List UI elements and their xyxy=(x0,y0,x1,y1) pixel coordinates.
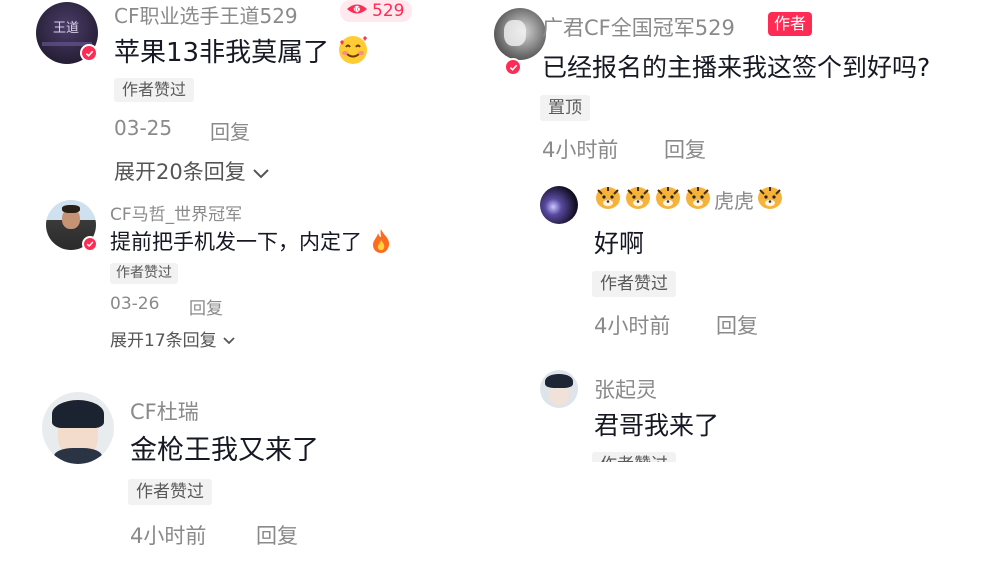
username-text: 虎虎 xyxy=(714,189,754,213)
comment-text: 苹果13非我莫属了 xyxy=(114,32,369,73)
reply-button[interactable]: 回复 xyxy=(256,520,298,550)
comment-text: 金枪王我又来了 xyxy=(130,435,319,466)
expand-replies-label: 展开20条回复 xyxy=(114,160,246,184)
author-liked-tag-clipped: 作者赞过 xyxy=(592,452,692,462)
username[interactable]: CF马哲_世界冠军 xyxy=(110,200,242,225)
username[interactable]: 张起灵 xyxy=(594,374,657,404)
right-comment-panel: 广君CF全国冠军529 作者 已经报名的主播来我这签个到好吗? 置顶 4小时前 … xyxy=(480,0,1000,561)
tiger-face-icon xyxy=(756,184,784,215)
fan-level-badge: 10 529 xyxy=(340,0,413,22)
avatar[interactable] xyxy=(540,370,578,408)
comment-date: 4小时前 xyxy=(542,138,619,162)
comment-date: 4小时前 xyxy=(130,524,207,548)
username[interactable]: 虎虎 xyxy=(594,184,784,215)
reply-button[interactable]: 回复 xyxy=(189,294,223,319)
username[interactable]: CF杜瑞 xyxy=(130,396,199,426)
tiger-face-icon xyxy=(594,184,622,215)
author-liked-tag: 作者赞过 xyxy=(592,271,676,297)
reply-button[interactable]: 回复 xyxy=(716,310,758,340)
chevron-down-icon xyxy=(222,331,236,351)
tiger-face-icon xyxy=(654,184,682,215)
tiger-face-icon xyxy=(684,184,712,215)
comment-date: 03-25 xyxy=(114,116,173,140)
username[interactable]: CF职业选手王道529 xyxy=(114,0,298,29)
comment-date: 03-26 xyxy=(110,294,160,314)
comment-date: 4小时前 xyxy=(594,314,671,338)
avatar-text: 王道 xyxy=(53,21,80,36)
comment-text-content: 提前把手机发一下，内定了 xyxy=(110,230,362,254)
expand-replies-button[interactable]: 展开17条回复 xyxy=(110,326,236,351)
comment-text: 提前把手机发一下，内定了 xyxy=(110,226,393,259)
author-liked-tag: 作者赞过 xyxy=(110,263,178,284)
comment-text: 君哥我来了 xyxy=(594,411,720,440)
expand-replies-label: 展开17条回复 xyxy=(110,331,217,351)
svg-text:10: 10 xyxy=(353,7,361,14)
author-tag: 作者 xyxy=(768,12,813,36)
reply-button[interactable]: 回复 xyxy=(210,116,250,145)
eye-icon: 10 xyxy=(346,1,368,21)
fan-level: 529 xyxy=(372,1,405,21)
expand-replies-button[interactable]: 展开20条回复 xyxy=(114,156,270,186)
reply-button[interactable]: 回复 xyxy=(664,134,706,164)
chevron-down-icon xyxy=(252,161,270,185)
verified-icon xyxy=(80,44,98,62)
fire-icon xyxy=(369,228,393,259)
username[interactable]: 广君CF全国冠军529 xyxy=(542,12,735,42)
author-liked-tag: 作者赞过 xyxy=(114,78,195,102)
author-liked-tag: 作者赞过 xyxy=(592,452,676,462)
comment-text: 已经报名的主播来我这签个到好吗? xyxy=(542,53,931,82)
pinned-tag: 置顶 xyxy=(540,95,590,121)
comment-text-content: 苹果13非我莫属了 xyxy=(114,38,330,68)
verified-icon xyxy=(82,236,98,252)
tiger-face-icon xyxy=(624,184,652,215)
smiling-face-with-hearts-icon xyxy=(337,34,369,73)
author-liked-tag: 作者赞过 xyxy=(128,479,212,505)
avatar[interactable] xyxy=(42,392,114,464)
verified-icon xyxy=(504,58,522,76)
avatar[interactable] xyxy=(494,8,546,60)
comment-text: 好啊 xyxy=(594,229,645,258)
left-comment-panel: 王道 CF职业选手王道529 10 529 苹果13非我莫属了 作者赞过 03-… xyxy=(0,0,480,561)
avatar[interactable] xyxy=(540,186,578,224)
